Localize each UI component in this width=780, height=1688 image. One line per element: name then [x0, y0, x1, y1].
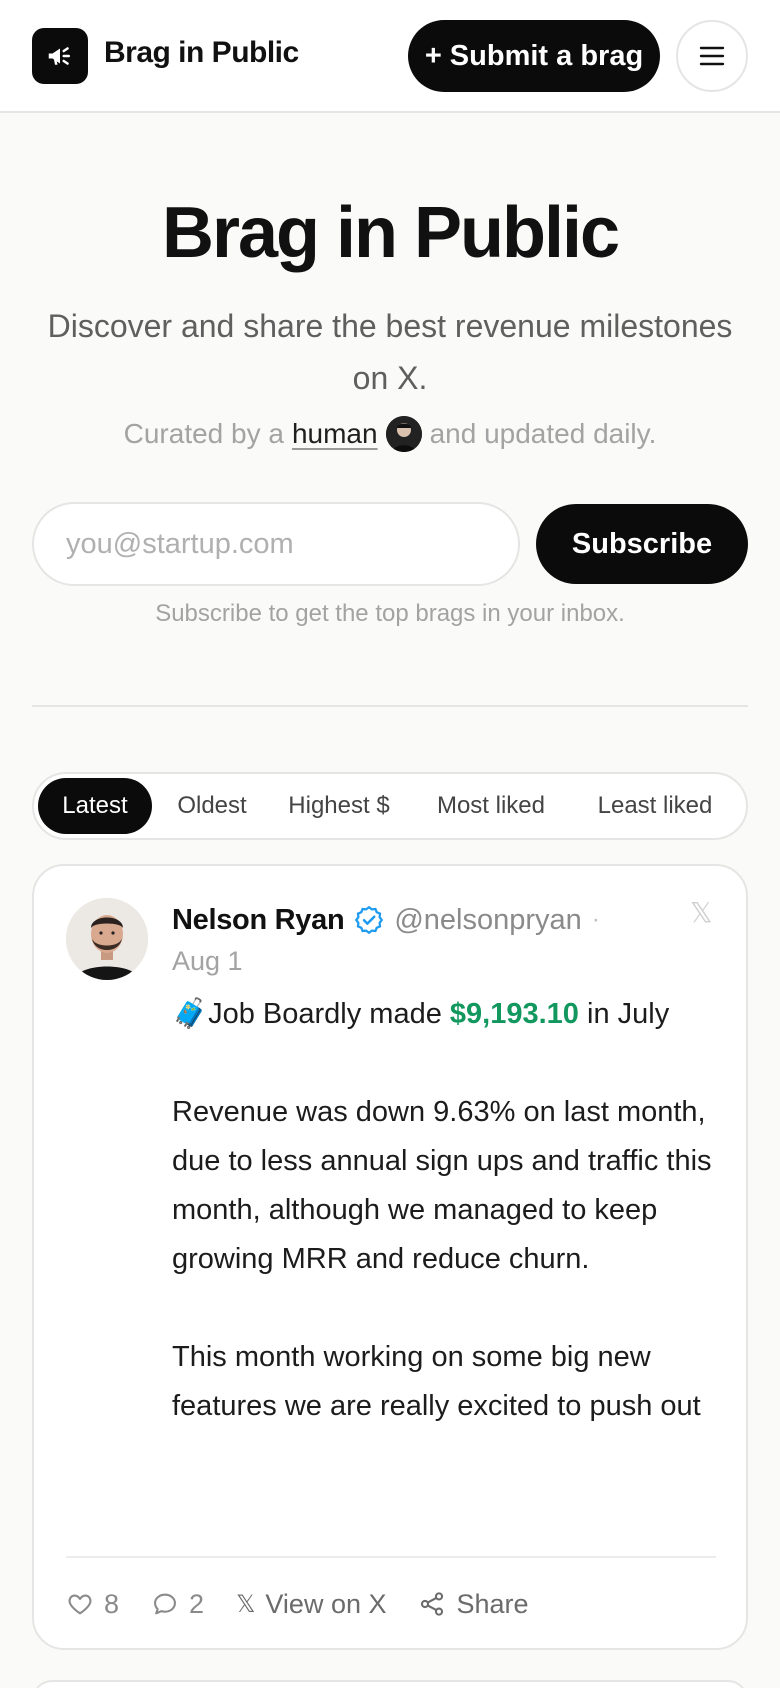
brag-paragraph: Revenue was down 9.63% on last month, du… — [172, 1096, 712, 1275]
suitcase-icon: 🧳 — [172, 998, 209, 1030]
brag-paragraph: This month working on some big new featu… — [172, 1341, 701, 1422]
like-button[interactable]: 8 — [66, 1589, 119, 1620]
curated-prefix: Curated by a — [123, 418, 284, 449]
post-date: Aug 1 — [172, 946, 243, 976]
share-label: Share — [456, 1588, 529, 1619]
submit-brag-button[interactable]: + Submit a brag — [408, 20, 660, 92]
human-link[interactable]: human — [292, 412, 378, 456]
megaphone-icon — [48, 47, 70, 65]
author-avatar[interactable] — [66, 898, 148, 980]
comment-icon — [154, 1593, 176, 1615]
brand-name[interactable]: Brag in Public — [104, 36, 299, 70]
tab-highest[interactable]: Highest $ — [268, 778, 410, 834]
email-input[interactable] — [32, 502, 520, 586]
curator-portrait-icon — [385, 416, 422, 452]
hero-subtitle: Discover and share the best revenue mile… — [47, 308, 733, 396]
sort-tabs: Latest Oldest Highest $ Most liked Least… — [32, 772, 748, 840]
curated-suffix: and updated daily. — [429, 418, 657, 449]
card-divider — [66, 1556, 716, 1558]
post-actions: 8 2 𝕏 View on X Share — [66, 1582, 561, 1626]
like-count: 8 — [104, 1588, 120, 1619]
view-on-x-link[interactable]: 𝕏 View on X — [236, 1589, 386, 1620]
share-icon — [421, 1592, 444, 1616]
x-logo-icon[interactable]: 𝕏 — [690, 896, 713, 929]
revenue-amount: $9,193.10 — [449, 998, 579, 1030]
section-divider — [32, 705, 748, 707]
tab-least-liked[interactable]: Least liked — [572, 778, 738, 834]
logo[interactable] — [32, 28, 88, 84]
site-header: Brag in Public + Submit a brag — [0, 0, 780, 113]
next-brag-card[interactable] — [32, 1680, 748, 1688]
share-button[interactable]: Share — [418, 1588, 529, 1620]
x-small-icon: 𝕏 — [236, 1590, 256, 1618]
tab-oldest[interactable]: Oldest — [162, 778, 262, 834]
menu-button[interactable] — [676, 20, 748, 92]
author-portrait-icon — [66, 898, 148, 980]
separator-dot: · — [591, 906, 600, 933]
comment-count: 2 — [189, 1588, 205, 1619]
verified-badge-icon — [355, 905, 384, 935]
view-on-x-label: View on X — [265, 1588, 387, 1619]
brag-text: 🧳Job Boardly made $9,193.10 in July Reve… — [172, 990, 732, 1431]
curator-avatar[interactable] — [385, 416, 422, 452]
curated-line: Curated by a human and updated daily. — [0, 412, 780, 456]
comment-button[interactable]: 2 — [151, 1589, 204, 1620]
brag-card[interactable]: Nelson Ryan @nelsonpryan · 𝕏 Aug 1 🧳Job … — [32, 864, 748, 1650]
page-title: Brag in Public — [161, 193, 620, 273]
heart-icon — [68, 1594, 92, 1615]
subscribe-button[interactable]: Subscribe — [536, 504, 748, 584]
subscribe-note: Subscribe to get the top brags in your i… — [155, 600, 625, 627]
hamburger-menu-icon — [699, 46, 725, 66]
author-handle[interactable]: @nelsonpryan — [394, 904, 581, 937]
author-name[interactable]: Nelson Ryan — [172, 904, 345, 937]
author-line: Nelson Ryan @nelsonpryan · — [172, 898, 600, 942]
brag-headline: 🧳Job Boardly made $9,193.10 in July — [172, 998, 670, 1030]
tab-most-liked[interactable]: Most liked — [416, 778, 566, 834]
tab-latest[interactable]: Latest — [38, 778, 152, 834]
